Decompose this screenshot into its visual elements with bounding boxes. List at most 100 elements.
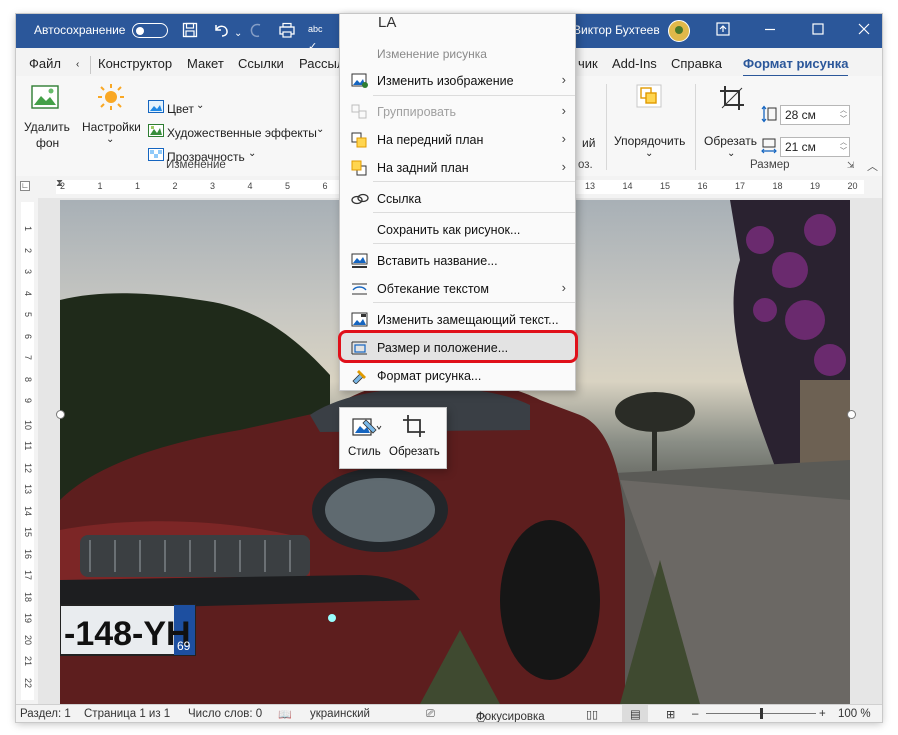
ruler-number: 2 — [23, 247, 33, 253]
ruler-number: 2 — [60, 181, 66, 191]
tab-references[interactable]: Ссылки — [238, 56, 284, 71]
height-input[interactable]: 28 см ︿ ﹀ — [780, 105, 850, 125]
color-icon[interactable] — [148, 100, 164, 116]
width-spin-icon[interactable]: ︿ ﹀ — [840, 138, 847, 156]
tab-layout[interactable]: Макет — [187, 56, 224, 71]
macro-icon[interactable]: ⎚ — [426, 708, 435, 721]
mini-crop-icon[interactable] — [402, 414, 426, 441]
plate-text: -148-YH — [64, 615, 191, 653]
focus-label: Фокусировка — [476, 711, 545, 722]
menu-item-save-as-picture[interactable]: Сохранить как рисунок... — [340, 216, 575, 244]
corrections-dropdown-icon[interactable]: ⌄ — [106, 134, 114, 145]
user-name: Виктор Бухтеев — [573, 23, 660, 37]
arrange-icon[interactable] — [636, 84, 662, 111]
transparency-dropdown-icon[interactable]: ⌄ — [248, 148, 256, 159]
wrap-label-fragment[interactable]: ий — [582, 136, 595, 150]
ruler-number: 21 — [23, 656, 33, 667]
print-layout-icon[interactable]: ▤ — [622, 705, 648, 722]
ruler-number: 19 — [810, 181, 821, 191]
undo-dropdown-icon[interactable]: ⌄ — [234, 25, 242, 43]
resize-handle-right[interactable] — [847, 410, 856, 419]
zoom-level[interactable]: 100 % — [838, 708, 871, 720]
proofing-icon[interactable]: 📖 — [278, 708, 292, 721]
tab-constructor[interactable]: Конструктор — [98, 56, 172, 71]
corrections-label[interactable]: Настройки — [82, 120, 141, 134]
ruler-number: 14 — [622, 181, 633, 191]
color-label[interactable]: Цвет — [167, 102, 194, 116]
menu-item-wrap-text[interactable]: Обтекание текстом › — [340, 275, 575, 303]
ruler-number: 20 — [847, 181, 858, 191]
menu-item-format-picture[interactable]: Формат рисунка... — [340, 362, 575, 390]
zoom-out-button[interactable]: – — [692, 708, 698, 720]
submenu-arrow-icon: › — [561, 72, 566, 87]
save-icon[interactable] — [182, 22, 198, 43]
menu-item-group: Группировать › — [340, 98, 575, 126]
resize-handle-left[interactable] — [56, 410, 65, 419]
arrange-label[interactable]: Упорядочить — [614, 134, 685, 148]
ribbon-display-icon[interactable] — [716, 22, 730, 41]
menu-item-link[interactable]: Ссылка — [340, 185, 575, 213]
crop-icon[interactable] — [718, 84, 746, 115]
ruler-number: 20 — [23, 634, 33, 645]
menu-item-change-picture[interactable]: Изменить изображение › — [340, 67, 575, 95]
menu-item-insert-caption[interactable]: Вставить название... — [340, 247, 575, 275]
tab-selector-icon[interactable]: ∟ — [20, 181, 30, 191]
status-page[interactable]: Страница 1 из 1 — [84, 708, 170, 720]
close-icon[interactable] — [858, 22, 870, 40]
tab-help[interactable]: Справка — [671, 56, 722, 71]
height-spin-icon[interactable]: ︿ ﹀ — [840, 106, 847, 124]
color-dropdown-icon[interactable]: ⌄ — [196, 100, 204, 111]
size-dialog-launcher-icon[interactable]: ⇲ — [847, 160, 855, 171]
bring-forward-icon — [351, 132, 369, 148]
status-words[interactable]: Число слов: 0 — [188, 708, 262, 720]
redo-icon[interactable] — [248, 22, 264, 43]
artistic-effects-dropdown-icon[interactable]: ⌄ — [316, 124, 324, 135]
mini-crop-label[interactable]: Обрезать — [389, 446, 440, 458]
alt-text-icon — [351, 312, 369, 328]
style-label[interactable]: Стиль — [348, 446, 381, 458]
collapse-ribbon-icon[interactable]: ︿ — [867, 158, 878, 174]
tabs-scroll-left-icon[interactable]: ‹ — [76, 59, 79, 70]
remove-background-label-2[interactable]: фон — [36, 136, 59, 150]
ruler-number: 6 — [322, 181, 328, 191]
status-section[interactable]: Раздел: 1 — [20, 708, 71, 720]
autosave-toggle[interactable] — [132, 23, 168, 38]
maximize-icon[interactable] — [812, 22, 824, 40]
tab-addins[interactable]: Add-Ins — [612, 56, 657, 71]
remove-background-icon[interactable] — [30, 84, 60, 113]
crop-label[interactable]: Обрезать — [704, 134, 757, 148]
arrange-dropdown-icon[interactable]: ⌄ — [645, 148, 653, 159]
print-preview-icon[interactable] — [278, 22, 296, 43]
user-avatar[interactable] — [668, 20, 690, 42]
tab-mailings[interactable]: Рассыл — [299, 56, 344, 71]
style-icon[interactable] — [352, 416, 382, 443]
width-input[interactable]: 21 см ︿ ﹀ — [780, 137, 850, 157]
menu-item-send-backward[interactable]: На задний план › — [340, 154, 575, 182]
web-layout-icon[interactable]: ⊞ — [666, 708, 675, 721]
minimize-icon[interactable] — [764, 22, 776, 40]
vertical-ruler: 1 2 3 4 5 6 7 8 9 10 11 12 13 14 15 16 17 18 19 20 21 22 — [16, 198, 38, 704]
read-mode-icon[interactable]: ▯▯ — [586, 708, 598, 721]
wrap-text-icon — [351, 281, 369, 297]
status-language[interactable]: украинский — [310, 708, 370, 720]
tab-file[interactable]: Файл — [29, 56, 61, 71]
transparency-icon[interactable] — [148, 148, 164, 164]
remove-background-label[interactable]: Удалить — [24, 120, 70, 134]
artistic-effects-icon[interactable] — [148, 124, 164, 140]
change-picture-icon — [351, 73, 369, 89]
tab-reader-fragment[interactable]: чик — [578, 56, 598, 71]
artistic-effects-label[interactable]: Художественные эффекты — [167, 126, 317, 140]
submenu-arrow-icon: › — [561, 131, 566, 146]
zoom-in-button[interactable]: + — [819, 708, 826, 720]
plate-region: 69 — [177, 639, 191, 653]
ruler-number: 16 — [23, 548, 33, 559]
menu-item-bring-forward[interactable]: На передний план › — [340, 126, 575, 154]
ruler-number: 12 — [23, 462, 33, 473]
tab-picture-format[interactable]: Формат рисунка — [743, 56, 849, 78]
ruler-number: 22 — [23, 677, 33, 688]
undo-icon[interactable] — [212, 22, 230, 43]
group-icon — [351, 104, 369, 120]
zoom-slider-thumb[interactable] — [760, 708, 763, 719]
corrections-icon[interactable] — [96, 82, 126, 115]
crop-dropdown-icon[interactable]: ⌄ — [727, 148, 735, 159]
